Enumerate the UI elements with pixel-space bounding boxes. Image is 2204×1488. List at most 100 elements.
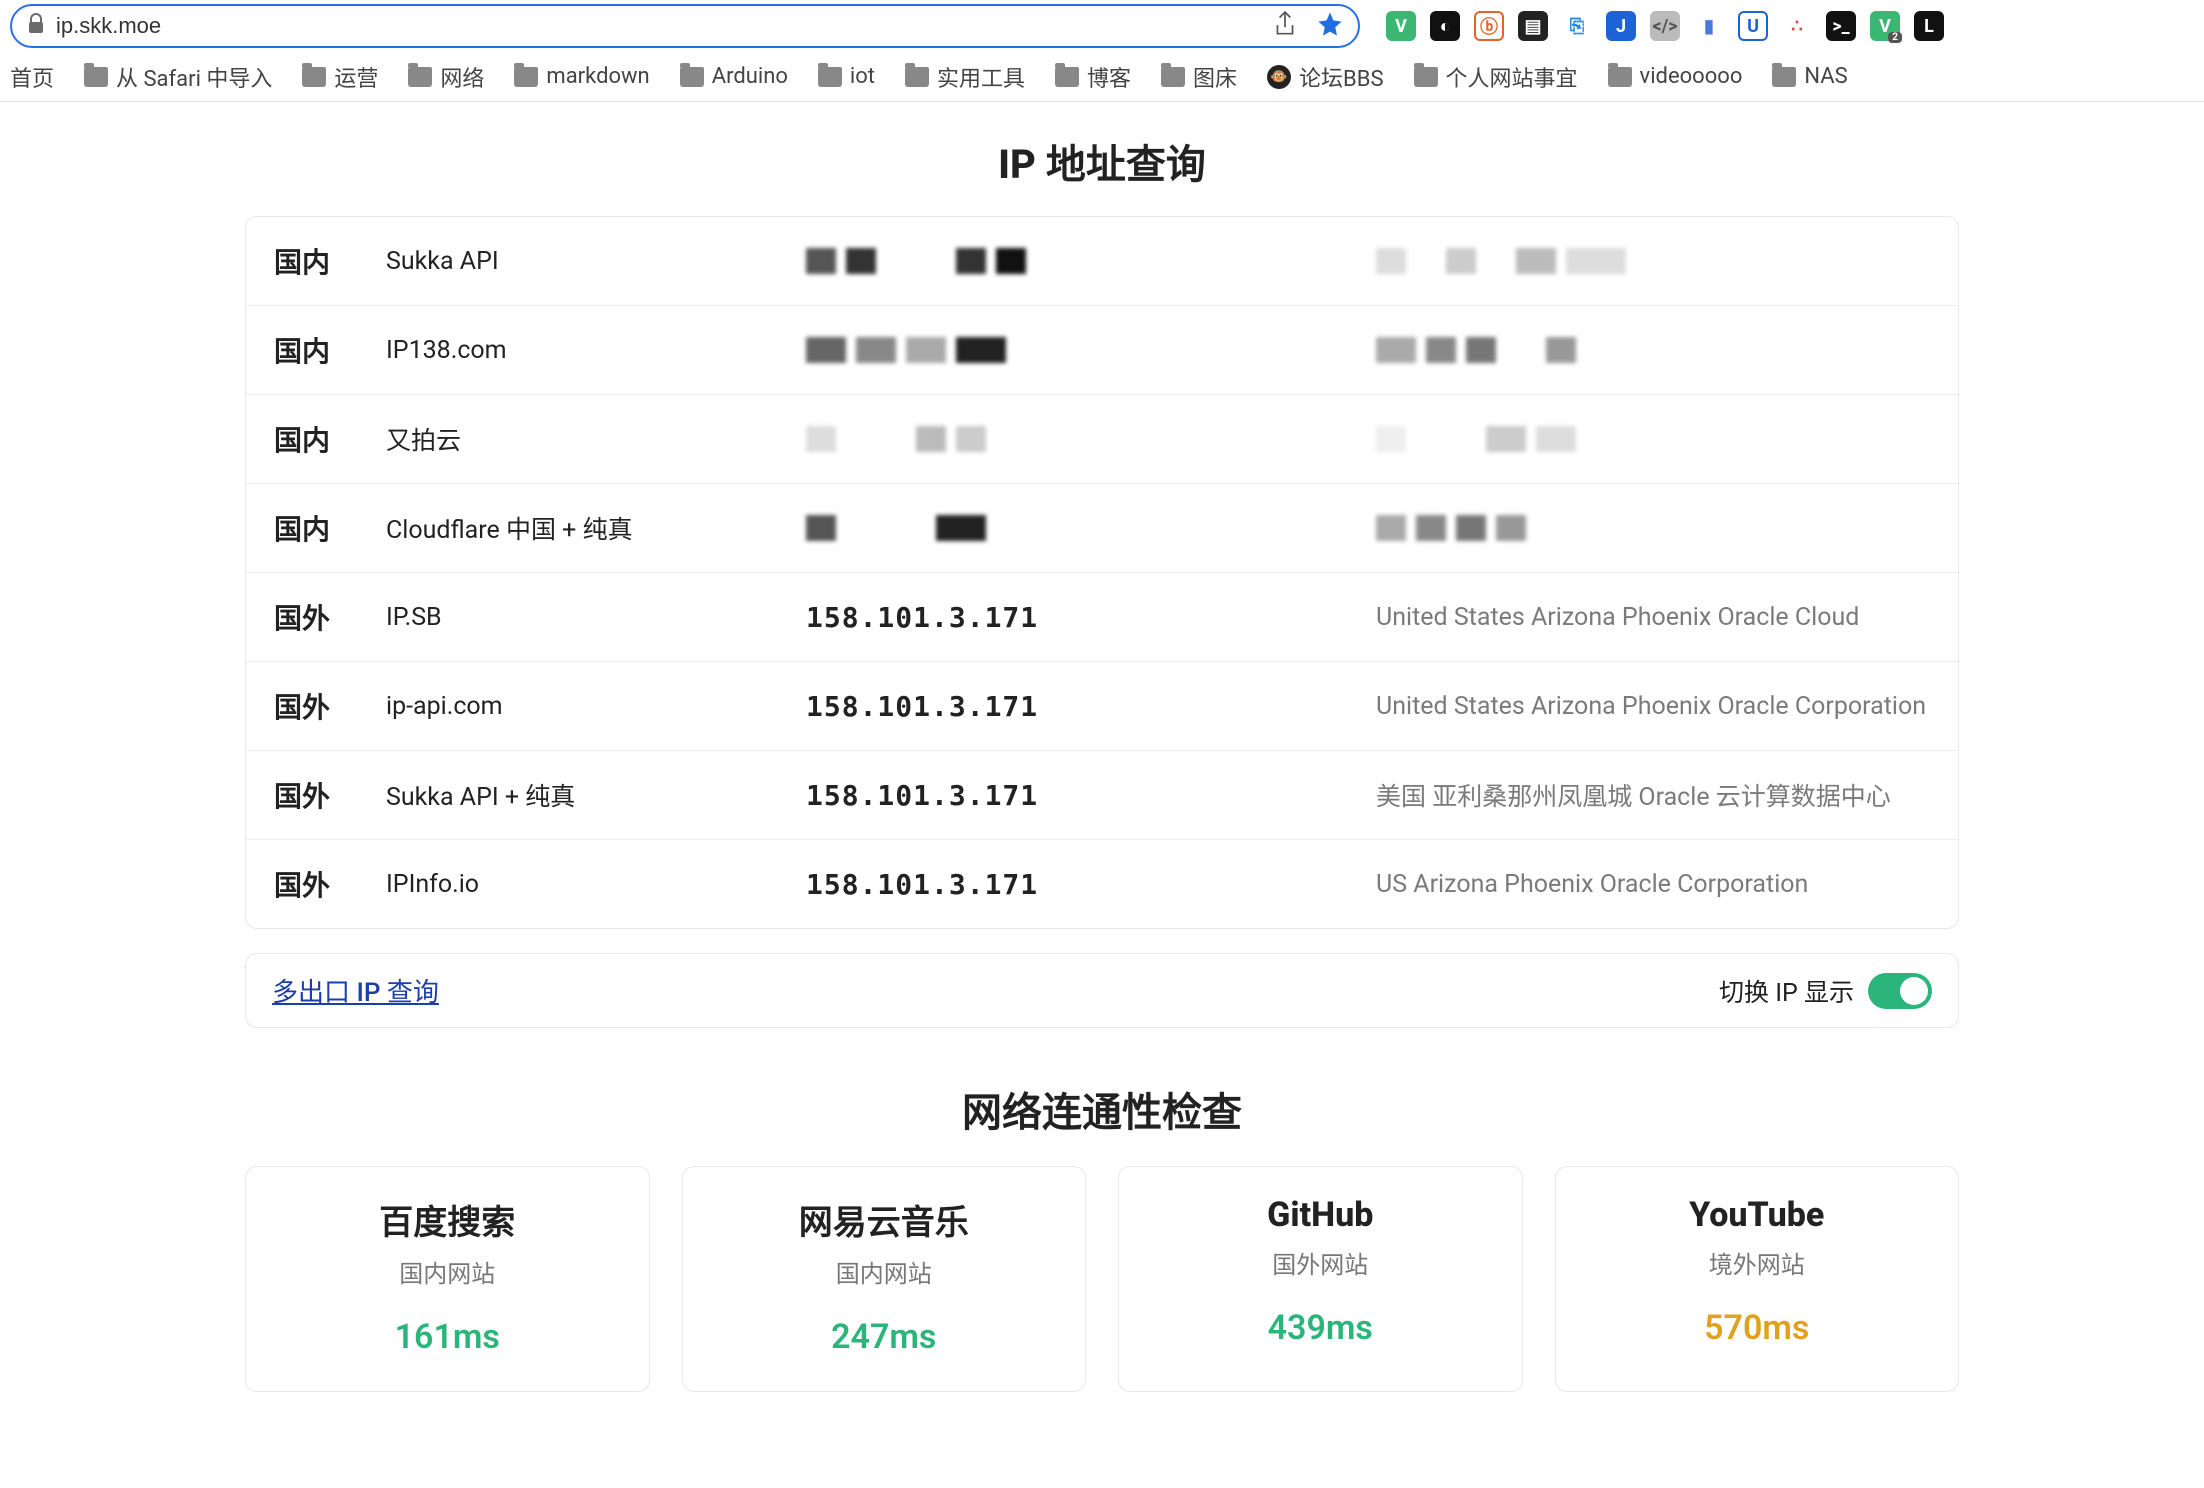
console-icon[interactable]: >_ [1826,11,1856,41]
table-row: 国外IPInfo.io158.101.3.171US Arizona Phoen… [246,840,1958,928]
bookmark-item[interactable]: 博客 [1055,61,1131,93]
geo-value [1376,337,1958,363]
connectivity-latency: 247ms [693,1317,1076,1357]
table-row: 国外IP.SB158.101.3.171United States Arizon… [246,573,1958,662]
ip-value: 158.101.3.171 [806,868,1376,901]
ip-value [806,337,1376,363]
bookmark-label: videooooo [1640,64,1743,89]
bookmark-item[interactable]: iot [818,64,875,89]
folder-icon [1414,67,1438,87]
dark-reader-icon[interactable]: ◐ [1430,11,1460,41]
folder-icon [905,67,929,87]
ip-value: 158.101.3.171 [806,601,1376,634]
connectivity-category: 国内网站 [693,1254,1076,1289]
table-row: 国外ip-api.com158.101.3.171United States A… [246,662,1958,751]
bookmark-label: 运营 [334,61,378,93]
connectivity-title: 网络连通性检查 [127,1080,2077,1138]
lock-icon [26,13,46,39]
extensions-row: V◐ⓑ▤⎘J</>▮U∴>_VL [1386,11,1944,41]
source-label: 又拍云 [386,421,806,457]
region-label: 国外 [246,864,386,904]
favorite-star-icon[interactable] [1316,10,1344,42]
toggle-switch[interactable] [1868,973,1932,1009]
connectivity-card: 百度搜索国内网站161ms [245,1166,650,1392]
bookmark-item[interactable]: markdown [514,64,649,89]
bitwarden-alt-icon[interactable]: ⓑ [1474,11,1504,41]
bookmark-label: 个人网站事宜 [1446,61,1578,93]
ip-value [806,426,1376,452]
bookmark-label: iot [850,64,875,89]
address-bar[interactable] [10,4,1360,48]
browser-address-bar-row: V◐ⓑ▤⎘J</>▮U∴>_VL [0,0,2204,52]
source-label: Sukka API + 纯真 [386,777,806,813]
vue-devtools-icon[interactable]: V [1386,11,1416,41]
share-icon[interactable] [1272,10,1298,42]
region-label: 国内 [246,330,386,370]
connectivity-name: YouTube [1566,1195,1949,1235]
connectivity-card: GitHub国外网站439ms [1118,1166,1523,1392]
bbs-icon: 🐵 [1267,65,1291,89]
connectivity-category: 国内网站 [256,1254,639,1289]
folder-icon [1772,67,1796,87]
bookmark-item[interactable]: 网络 [408,61,484,93]
table-row: 国内Sukka API [246,217,1958,306]
page-content: IP 地址查询 国内Sukka API国内IP138.com国内又拍云国内Clo… [127,102,2077,1432]
l-ext-icon[interactable]: L [1914,11,1944,41]
geo-value [1376,248,1958,274]
url-input[interactable] [56,13,1262,39]
page-title: IP 地址查询 [127,132,2077,190]
region-label: 国内 [246,241,386,281]
table-row: 国外Sukka API + 纯真158.101.3.171美国 亚利桑那州凤凰城… [246,751,1958,840]
geo-value: 美国 亚利桑那州凤凰城 Oracle 云计算数据中心 [1376,777,1958,813]
ip-value [806,515,1376,541]
table-row: 国内IP138.com [246,306,1958,395]
connectivity-card: 网易云音乐国内网站247ms [682,1166,1087,1392]
bookmark-item[interactable]: NAS [1772,64,1847,89]
bookmark-label: NAS [1804,64,1847,89]
cluster-icon[interactable]: ∴ [1782,11,1812,41]
bookmark-item[interactable]: videooooo [1608,64,1743,89]
bookmark-item[interactable]: 🐵 论坛BBS [1267,61,1383,93]
geo-value: United States Arizona Phoenix Oracle Clo… [1376,603,1958,632]
folder-icon [84,67,108,87]
bookmark-label: 论坛BBS [1299,61,1383,93]
toggle-ip-display: 切换 IP 显示 [1719,973,1932,1009]
bookmark-item[interactable]: 实用工具 [905,61,1025,93]
connectivity-name: GitHub [1129,1195,1512,1235]
ip-value [806,248,1376,274]
joplin-icon[interactable]: J [1606,11,1636,41]
bookmark-item[interactable]: 首页 [10,61,54,93]
notifications-icon[interactable]: ▮ [1694,11,1724,41]
geo-value: US Arizona Phoenix Oracle Corporation [1376,870,1958,899]
bookmarks-bar: 首页 从 Safari 中导入 运营网络 markdown Arduino iot 实用工具… [0,52,2204,102]
table-row: 国内又拍云 [246,395,1958,484]
bookmark-item[interactable]: 图床 [1161,61,1237,93]
ip-value: 158.101.3.171 [806,690,1376,723]
vue-devtools-2-icon[interactable]: V [1870,11,1900,41]
connectivity-category: 境外网站 [1566,1245,1949,1280]
bookmark-label: 博客 [1087,61,1131,93]
folder-icon [408,67,432,87]
table-row: 国内Cloudflare 中国 + 纯真 [246,484,1958,573]
geo-value: United States Arizona Phoenix Oracle Cor… [1376,692,1958,721]
connectivity-latency: 570ms [1566,1308,1949,1348]
connectivity-grid: 百度搜索国内网站161ms网易云音乐国内网站247msGitHub国外网站439… [245,1166,1959,1392]
terminal-ext-icon[interactable]: ▤ [1518,11,1548,41]
multi-exit-ip-link[interactable]: 多出口 IP 查询 [272,972,439,1009]
code-ext-icon[interactable]: </> [1650,11,1680,41]
folder-icon [1161,67,1185,87]
bookmark-label: 首页 [10,61,54,93]
bookmark-item[interactable]: 运营 [302,61,378,93]
bookmark-label: 从 Safari 中导入 [116,61,272,93]
folder-icon [302,67,326,87]
folder-icon [514,67,538,87]
connectivity-latency: 161ms [256,1317,639,1357]
bookmark-item[interactable]: 从 Safari 中导入 [84,61,272,93]
bookmark-item[interactable]: Arduino [680,64,788,89]
ip-lookup-card: 国内Sukka API国内IP138.com国内又拍云国内Cloudflare … [245,216,1959,929]
bookmark-item[interactable]: 个人网站事宜 [1414,61,1578,93]
connectivity-card: YouTube 境外网站 570ms [1555,1166,1960,1392]
tab-sync-icon[interactable]: ⎘ [1562,11,1592,41]
bookmark-label: markdown [546,64,649,89]
ublock-icon[interactable]: U [1738,11,1768,41]
